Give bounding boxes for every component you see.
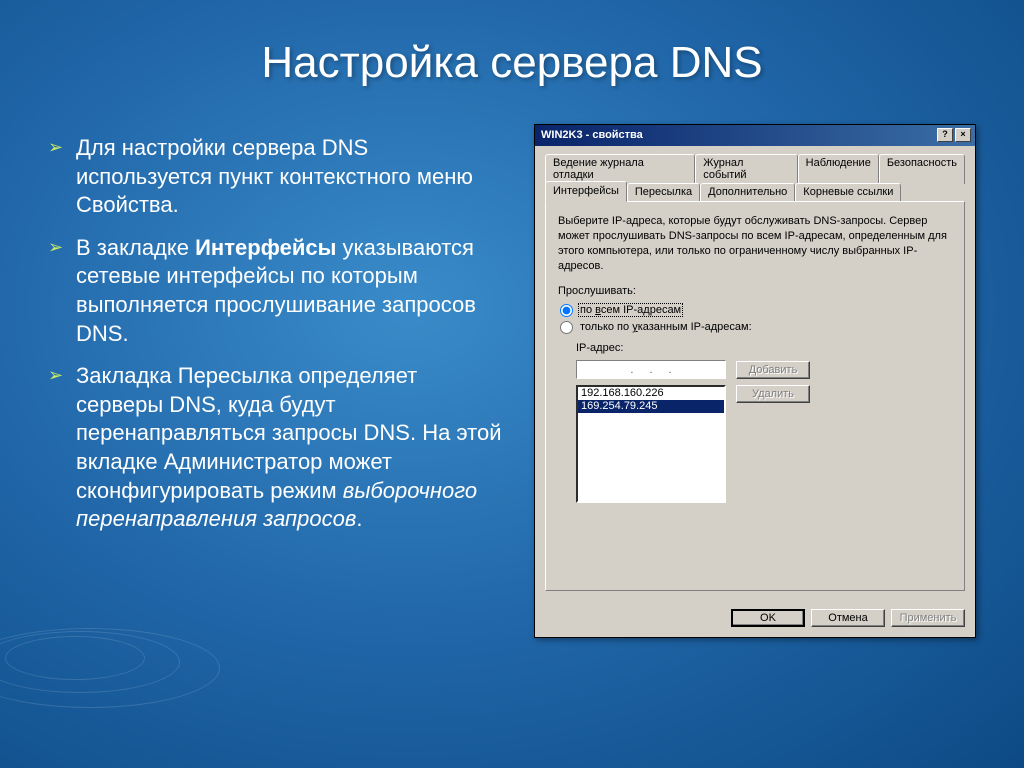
delete-button[interactable]: Удалить <box>736 385 810 403</box>
apply-button[interactable]: Применить <box>891 609 965 627</box>
tab-наблюдение[interactable]: Наблюдение <box>798 154 879 184</box>
window-title: WIN2K3 - свойства <box>541 129 935 141</box>
list-item[interactable]: 169.254.79.245 <box>578 400 724 413</box>
tab-журнал-событий[interactable]: Журнал событий <box>695 154 797 184</box>
bullet-list: Для настройки сервера DNS используется п… <box>48 106 510 638</box>
list-item[interactable]: 192.168.160.226 <box>578 387 724 400</box>
ip-address-label: IP-адрес: <box>576 342 952 354</box>
bullet-item: Для настройки сервера DNS используется п… <box>48 134 510 220</box>
radio-all-ips-input[interactable] <box>560 304 573 317</box>
add-button[interactable]: Добавить <box>736 361 810 379</box>
radio-all-ips[interactable]: по всем IP-адресам <box>560 303 952 317</box>
tab-пересылка[interactable]: Пересылка <box>627 183 700 202</box>
ip-address-input[interactable]: ... <box>576 360 726 379</box>
help-button[interactable]: ? <box>937 128 953 142</box>
tab-ведение-журнала-отладки[interactable]: Ведение журнала отладки <box>545 154 695 184</box>
bullet-item: В закладке Интерфейсы указываются сетевы… <box>48 234 510 348</box>
tab-panel-interfaces: Выберите IP-адреса, которые будут обслуж… <box>545 201 965 591</box>
panel-description: Выберите IP-адреса, которые будут обслуж… <box>558 214 952 273</box>
tab-безопасность[interactable]: Безопасность <box>879 154 965 184</box>
listen-label: Прослушивать: <box>558 285 952 297</box>
tab-корневые-ссылки[interactable]: Корневые ссылки <box>795 183 901 202</box>
properties-dialog: WIN2K3 - свойства ? × Ведение журнала от… <box>534 124 976 638</box>
tab-интерфейсы[interactable]: Интерфейсы <box>545 181 627 202</box>
radio-selected-ips-input[interactable] <box>560 321 573 334</box>
tab-дополнительно[interactable]: Дополнительно <box>700 183 795 202</box>
slide-title: Настройка сервера DNS <box>0 0 1024 106</box>
titlebar[interactable]: WIN2K3 - свойства ? × <box>535 125 975 146</box>
radio-selected-ips[interactable]: только по указанным IP-адресам: <box>560 320 952 334</box>
cancel-button[interactable]: Отмена <box>811 609 885 627</box>
ok-button[interactable]: OK <box>731 609 805 627</box>
close-button[interactable]: × <box>955 128 971 142</box>
ip-listbox[interactable]: 192.168.160.226169.254.79.245 <box>576 385 726 503</box>
bullet-item: Закладка Пересылка определяет серверы DN… <box>48 362 510 534</box>
